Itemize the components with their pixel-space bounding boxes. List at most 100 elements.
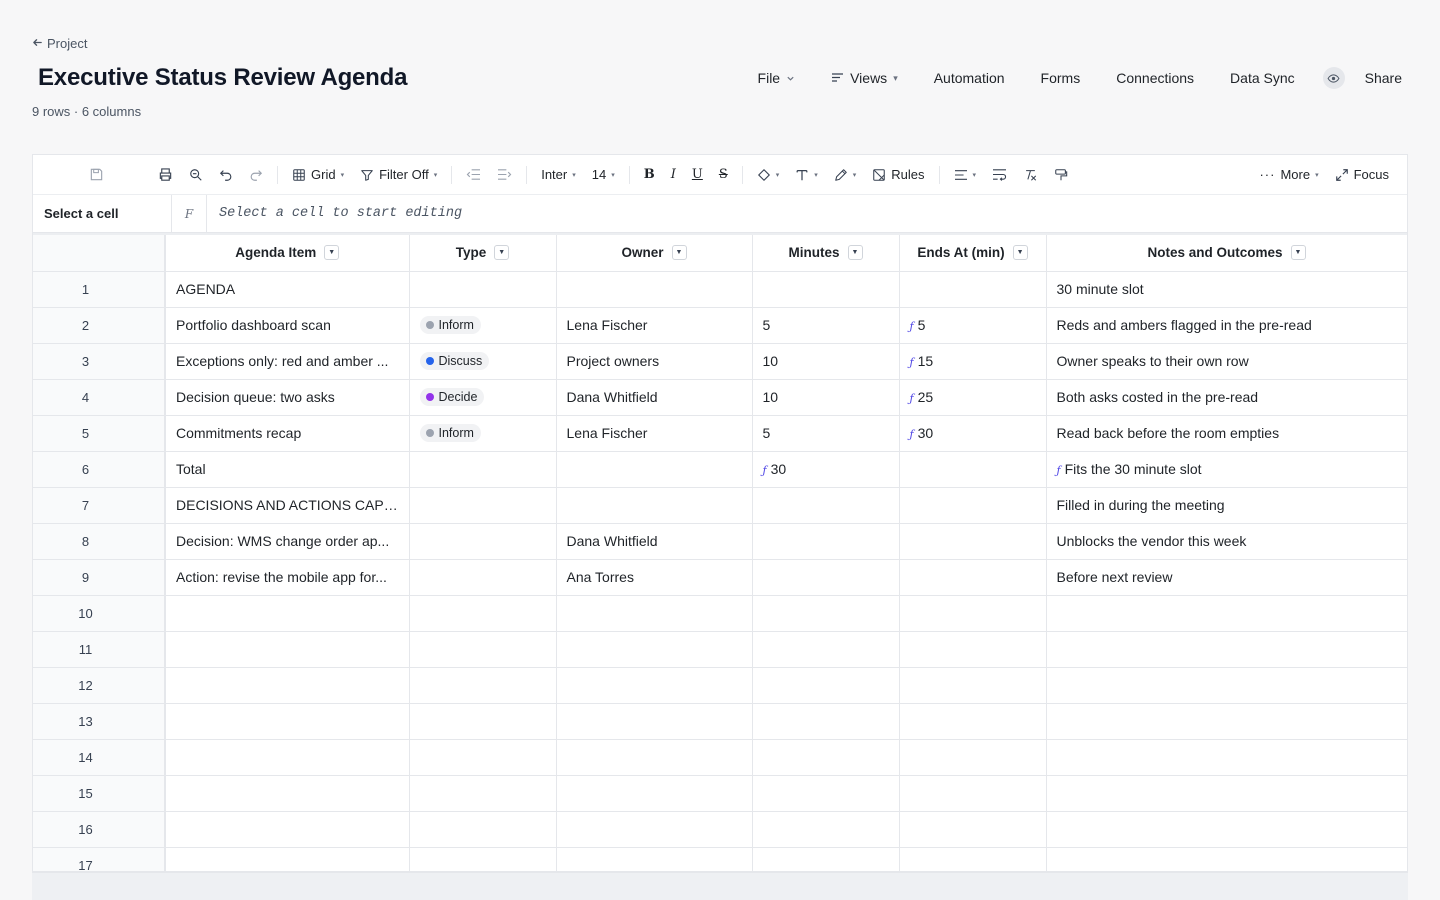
cell-agenda-item[interactable]: Decision: WMS change order ap...	[165, 523, 410, 560]
empty-cell[interactable]	[1046, 631, 1407, 668]
cell-agenda-item[interactable]: AGENDA	[165, 271, 410, 308]
empty-cell[interactable]	[1046, 775, 1407, 812]
empty-cell[interactable]	[165, 811, 410, 848]
empty-cell[interactable]	[899, 775, 1047, 812]
cell-notes[interactable]: Both asks costed in the pre-read	[1046, 379, 1407, 416]
empty-cell[interactable]	[752, 595, 900, 632]
cell-agenda-item[interactable]: Decision queue: two asks	[165, 379, 410, 416]
column-menu-icon[interactable]: ▼	[1012, 245, 1028, 261]
print-icon[interactable]	[150, 162, 181, 188]
empty-cell[interactable]	[165, 739, 410, 776]
share-button[interactable]: Share	[1351, 70, 1408, 86]
border-pen-menu[interactable]: ▾	[826, 162, 865, 188]
connections-link[interactable]: Connections	[1098, 70, 1212, 86]
empty-cell[interactable]	[899, 631, 1047, 668]
data-sync-link[interactable]: Data Sync	[1212, 70, 1313, 86]
paint-format-icon[interactable]	[1046, 162, 1076, 188]
empty-cell[interactable]	[752, 631, 900, 668]
cell-type[interactable]: Decide	[409, 379, 557, 416]
outdent-icon[interactable]	[458, 162, 489, 188]
cell-minutes[interactable]: 10	[752, 379, 900, 416]
row-number[interactable]: 10	[33, 595, 166, 632]
empty-cell[interactable]	[899, 667, 1047, 704]
cell-minutes[interactable]	[752, 271, 900, 308]
column-menu-icon[interactable]: ▼	[1290, 245, 1306, 261]
row-number[interactable]: 9	[33, 559, 166, 596]
column-menu-icon[interactable]: ▼	[847, 245, 863, 261]
strikethrough-icon[interactable]: S	[711, 162, 736, 188]
more-menu[interactable]: ··· More ▾	[1251, 162, 1326, 188]
undo-icon[interactable]	[211, 162, 241, 188]
eye-icon[interactable]	[1322, 67, 1345, 89]
cell-agenda-item[interactable]: Exceptions only: red and amber ...	[165, 343, 410, 380]
cell-owner[interactable]: Lena Fischer	[556, 415, 753, 452]
empty-cell[interactable]	[556, 631, 753, 668]
cell-ends-at[interactable]: ƒ 25	[899, 379, 1047, 416]
clear-format-icon[interactable]	[1015, 162, 1046, 188]
empty-cell[interactable]	[1046, 739, 1407, 776]
column-header[interactable]: Notes and Outcomes ▼	[1046, 235, 1407, 272]
cell-ends-at[interactable]	[899, 559, 1047, 596]
cell-minutes[interactable]: 10	[752, 343, 900, 380]
select-all-corner[interactable]	[33, 235, 166, 272]
empty-cell[interactable]	[556, 667, 753, 704]
cell-owner[interactable]	[556, 271, 753, 308]
cell-notes[interactable]: Reds and ambers flagged in the pre-read	[1046, 307, 1407, 344]
empty-cell[interactable]	[409, 775, 557, 812]
focus-button[interactable]: Focus	[1327, 162, 1397, 188]
file-menu[interactable]: File	[740, 70, 814, 86]
column-header[interactable]: Type ▼	[409, 235, 557, 272]
column-menu-icon[interactable]: ▼	[494, 245, 510, 261]
empty-cell[interactable]	[752, 811, 900, 848]
rules-button[interactable]: Rules	[864, 162, 932, 188]
empty-cell[interactable]	[165, 775, 410, 812]
grid-view-menu[interactable]: Grid ▾	[284, 162, 352, 188]
empty-cell[interactable]	[1046, 847, 1407, 871]
empty-cell[interactable]	[899, 703, 1047, 740]
empty-cell[interactable]	[165, 847, 410, 871]
cell-type[interactable]	[409, 487, 557, 524]
cell-type[interactable]	[409, 271, 557, 308]
row-number[interactable]: 1	[33, 271, 166, 308]
align-menu[interactable]: ▾	[946, 162, 985, 188]
font-family-select[interactable]: Inter ▾	[533, 162, 584, 188]
automation-link[interactable]: Automation	[916, 70, 1023, 86]
empty-cell[interactable]	[409, 595, 557, 632]
bold-icon[interactable]: B	[636, 162, 663, 188]
row-number[interactable]: 7	[33, 487, 166, 524]
cell-minutes[interactable]: 5	[752, 307, 900, 344]
empty-cell[interactable]	[1046, 667, 1407, 704]
back-to-project-link[interactable]: Project	[32, 36, 87, 51]
empty-cell[interactable]	[899, 595, 1047, 632]
empty-cell[interactable]	[752, 703, 900, 740]
cell-owner[interactable]: Dana Whitfield	[556, 523, 753, 560]
empty-cell[interactable]	[409, 667, 557, 704]
cell-owner[interactable]	[556, 487, 753, 524]
cell-minutes[interactable]	[752, 523, 900, 560]
empty-cell[interactable]	[409, 631, 557, 668]
empty-cell[interactable]	[1046, 595, 1407, 632]
cell-type[interactable]	[409, 451, 557, 488]
empty-cell[interactable]	[556, 739, 753, 776]
empty-cell[interactable]	[556, 703, 753, 740]
row-number[interactable]: 8	[33, 523, 166, 560]
cell-ends-at[interactable]: ƒ 15	[899, 343, 1047, 380]
italic-icon[interactable]: I	[663, 162, 684, 188]
save-icon[interactable]	[81, 162, 112, 188]
cell-notes[interactable]: Read back before the room empties	[1046, 415, 1407, 452]
row-number[interactable]: 11	[33, 631, 166, 668]
cell-agenda-item[interactable]: Total	[165, 451, 410, 488]
underline-icon[interactable]: U	[684, 162, 711, 188]
empty-cell[interactable]	[409, 739, 557, 776]
row-number[interactable]: 6	[33, 451, 166, 488]
cell-type[interactable]	[409, 559, 557, 596]
cell-owner[interactable]: Ana Torres	[556, 559, 753, 596]
cell-owner[interactable]: Lena Fischer	[556, 307, 753, 344]
cell-notes[interactable]: Before next review	[1046, 559, 1407, 596]
views-menu[interactable]: Views ▾	[813, 70, 916, 86]
empty-cell[interactable]	[1046, 811, 1407, 848]
row-number[interactable]: 12	[33, 667, 166, 704]
cell-ends-at[interactable]	[899, 487, 1047, 524]
empty-cell[interactable]	[556, 595, 753, 632]
cell-notes[interactable]: 30 minute slot	[1046, 271, 1407, 308]
